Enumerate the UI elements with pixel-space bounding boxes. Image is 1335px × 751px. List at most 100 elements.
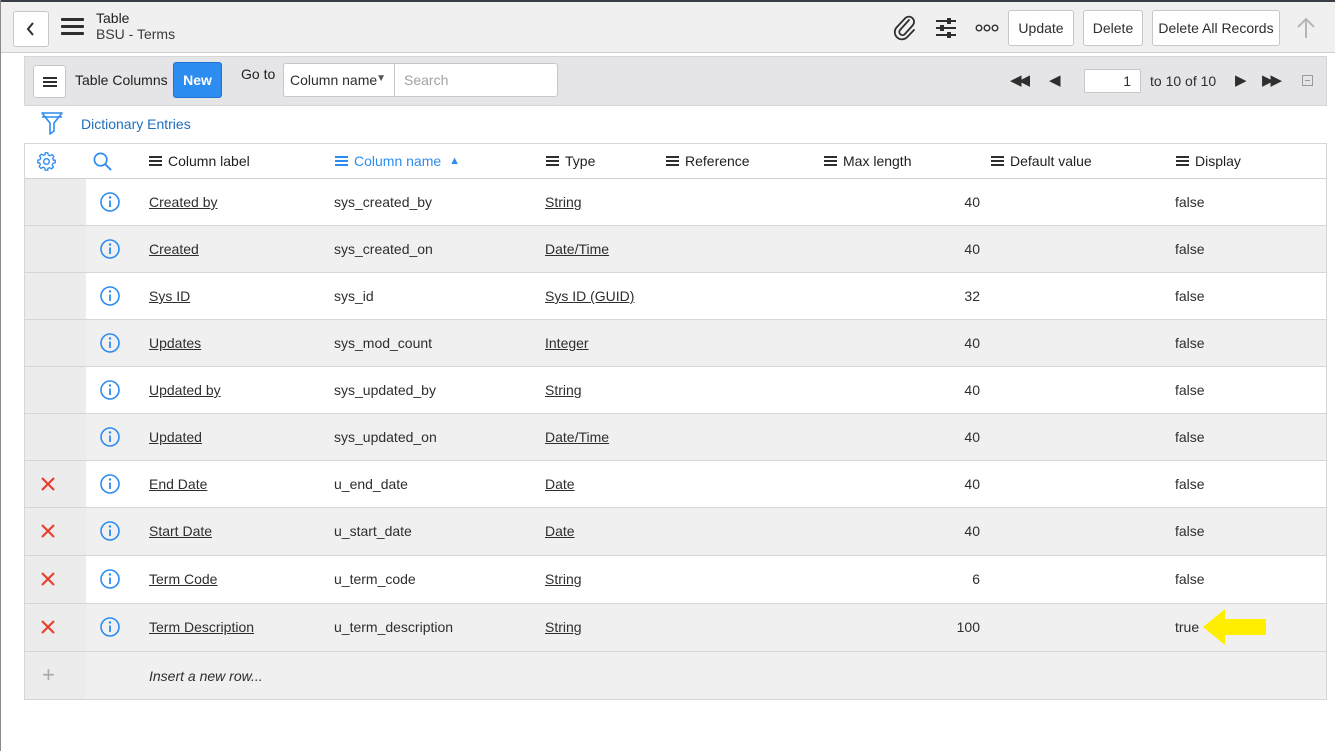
column-menu-icon[interactable] bbox=[335, 156, 348, 166]
next-page-icon[interactable]: ▶ bbox=[1235, 71, 1246, 89]
column-menu-icon[interactable] bbox=[149, 156, 162, 166]
column-header-text: Default value bbox=[1010, 153, 1092, 169]
cell-max-length: 40 bbox=[964, 476, 980, 492]
annotation-arrow-icon bbox=[1203, 609, 1266, 645]
add-row-icon[interactable]: + bbox=[42, 662, 55, 688]
info-icon[interactable] bbox=[99, 616, 121, 638]
cell-display: false bbox=[1175, 476, 1205, 492]
column-header-type[interactable]: Type bbox=[546, 153, 595, 169]
insert-row[interactable]: + Insert a new row... bbox=[25, 652, 1326, 700]
search-input[interactable] bbox=[394, 63, 558, 97]
cell-display: false bbox=[1175, 523, 1205, 539]
cell-column-label[interactable]: Sys ID bbox=[149, 288, 190, 304]
column-header-display[interactable]: Display bbox=[1176, 153, 1241, 169]
cell-column-label[interactable]: Updated by bbox=[149, 382, 221, 398]
cell-column-name: u_end_date bbox=[334, 476, 408, 492]
info-icon[interactable] bbox=[99, 379, 121, 401]
info-icon[interactable] bbox=[99, 238, 121, 260]
insert-row-label[interactable]: Insert a new row... bbox=[149, 668, 263, 684]
cell-column-name: sys_mod_count bbox=[334, 335, 433, 351]
collapse-icon[interactable] bbox=[1302, 75, 1313, 86]
column-header-text: Column label bbox=[168, 153, 250, 169]
column-header-text: Max length bbox=[843, 153, 912, 169]
cell-column-label[interactable]: Created by bbox=[149, 194, 217, 210]
cell-type[interactable]: String bbox=[545, 382, 582, 398]
menu-icon bbox=[42, 76, 57, 87]
scroll-up-icon[interactable] bbox=[1295, 16, 1317, 40]
column-menu-icon[interactable] bbox=[1176, 156, 1189, 166]
column-menu-icon[interactable] bbox=[991, 156, 1004, 166]
cell-column-name: sys_created_by bbox=[334, 194, 433, 210]
cell-column-label[interactable]: Term Description bbox=[149, 619, 254, 635]
more-options-icon[interactable] bbox=[975, 23, 999, 33]
update-button[interactable]: Update bbox=[1008, 10, 1074, 46]
cell-column-label[interactable]: End Date bbox=[149, 476, 207, 492]
column-header-reference[interactable]: Reference bbox=[666, 153, 750, 169]
column-menu-icon[interactable] bbox=[824, 156, 837, 166]
settings-sliders-icon[interactable] bbox=[934, 16, 958, 40]
cell-type[interactable]: Date/Time bbox=[545, 241, 609, 257]
info-icon[interactable] bbox=[99, 332, 121, 354]
cell-type[interactable]: String bbox=[545, 194, 582, 210]
page-number-input[interactable] bbox=[1084, 69, 1141, 93]
first-page-icon[interactable]: ◀◀ bbox=[1010, 71, 1030, 89]
cell-column-label[interactable]: Updated bbox=[149, 429, 202, 445]
form-title-table: Table bbox=[96, 10, 130, 26]
row-gutter bbox=[25, 508, 86, 555]
filter-icon[interactable] bbox=[40, 110, 64, 136]
cell-type[interactable]: Date/Time bbox=[545, 429, 609, 445]
info-icon[interactable] bbox=[99, 568, 121, 590]
info-icon[interactable] bbox=[99, 191, 121, 213]
cell-column-label[interactable]: Term Code bbox=[149, 571, 217, 587]
info-icon[interactable] bbox=[99, 285, 121, 307]
row-gutter bbox=[25, 367, 86, 413]
cell-column-name: u_term_code bbox=[334, 571, 416, 587]
column-menu-icon[interactable] bbox=[546, 156, 559, 166]
back-button[interactable] bbox=[13, 11, 49, 47]
cell-max-length: 40 bbox=[964, 194, 980, 210]
info-icon[interactable] bbox=[99, 520, 121, 542]
cell-column-label[interactable]: Created bbox=[149, 241, 199, 257]
delete-row-icon[interactable] bbox=[41, 477, 55, 491]
delete-row-icon[interactable] bbox=[41, 524, 55, 538]
info-icon[interactable] bbox=[99, 473, 121, 495]
last-page-icon[interactable]: ▶▶ bbox=[1262, 71, 1282, 89]
new-button[interactable]: New bbox=[173, 62, 222, 98]
cell-type[interactable]: String bbox=[545, 619, 582, 635]
row-gutter bbox=[25, 320, 86, 366]
table-row: Sys ID sys_id Sys ID (GUID) 32 false bbox=[25, 273, 1326, 320]
column-header-column-name[interactable]: Column name ▲ bbox=[335, 153, 460, 169]
cell-type[interactable]: Date bbox=[545, 476, 575, 492]
column-menu-icon[interactable] bbox=[666, 156, 679, 166]
cell-type[interactable]: Date bbox=[545, 523, 575, 539]
column-header-default-value[interactable]: Default value bbox=[991, 153, 1092, 169]
cell-type[interactable]: String bbox=[545, 571, 582, 587]
gear-icon[interactable] bbox=[36, 151, 57, 172]
cell-max-length: 40 bbox=[964, 241, 980, 257]
delete-row-icon[interactable] bbox=[41, 572, 55, 586]
attachment-icon[interactable] bbox=[892, 14, 918, 42]
cell-display: false bbox=[1175, 288, 1205, 304]
list-context-menu-button[interactable] bbox=[33, 65, 66, 98]
table-row: Updates sys_mod_count Integer 40 false bbox=[25, 320, 1326, 367]
cell-column-label[interactable]: Start Date bbox=[149, 523, 212, 539]
column-header-max-length[interactable]: Max length bbox=[824, 153, 911, 169]
column-header-column-label[interactable]: Column label bbox=[149, 153, 250, 169]
sort-ascending-icon: ▲ bbox=[449, 155, 461, 167]
delete-all-records-button[interactable]: Delete All Records bbox=[1152, 10, 1280, 46]
info-icon[interactable] bbox=[99, 426, 121, 448]
delete-row-icon[interactable] bbox=[41, 620, 55, 634]
breadcrumb-dictionary-entries[interactable]: Dictionary Entries bbox=[81, 116, 191, 132]
hamburger-icon[interactable] bbox=[61, 18, 85, 38]
cell-type[interactable]: Integer bbox=[545, 335, 589, 351]
search-icon[interactable] bbox=[92, 151, 113, 172]
delete-button[interactable]: Delete bbox=[1083, 10, 1143, 46]
table-header-row: Column label Column name ▲ Type Referenc… bbox=[25, 144, 1326, 179]
goto-field-select[interactable]: Column name ▼ bbox=[283, 63, 395, 97]
cell-display: false bbox=[1175, 571, 1205, 587]
row-gutter bbox=[25, 556, 86, 603]
cell-column-label[interactable]: Updates bbox=[149, 335, 201, 351]
cell-type[interactable]: Sys ID (GUID) bbox=[545, 288, 634, 304]
previous-page-icon[interactable]: ◀ bbox=[1049, 71, 1060, 89]
table-row: Updated sys_updated_on Date/Time 40 false bbox=[25, 414, 1326, 461]
